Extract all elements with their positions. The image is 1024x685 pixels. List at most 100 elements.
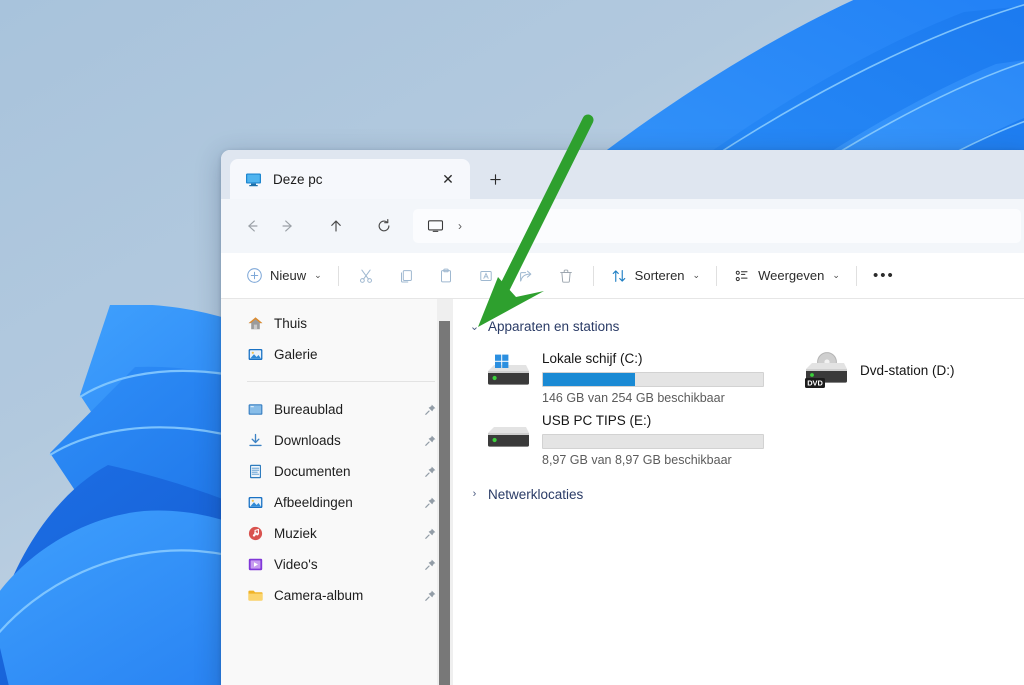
chevron-down-icon: ⌄ [692, 270, 701, 280]
sidebar-item-label: Bureaublad [274, 402, 344, 417]
delete-button[interactable] [546, 260, 586, 292]
sort-icon [612, 269, 625, 282]
divider [592, 265, 594, 286]
drive-info: Lokale schijf (C:) 146 GB van 254 GB bes… [542, 349, 769, 405]
sidebar-item-downloads[interactable]: Downloads [229, 425, 445, 456]
navigation-bar: › [221, 199, 1024, 253]
drive-item-dvd-d[interactable]: DVD Dvd-station (D:) [799, 347, 989, 393]
window-body: Thuis Galerie Bureaublad Downloads Docum… [221, 299, 1024, 685]
arrow-up-icon [331, 220, 341, 232]
pin-icon[interactable] [424, 558, 437, 571]
pin-icon[interactable] [424, 527, 437, 540]
sidebar-item-muziek[interactable]: Muziek [229, 518, 445, 549]
command-bar: Nieuw ⌄ Sorteren ⌄ Weergeven ⌄ ••• [221, 253, 1024, 299]
pin-icon[interactable] [424, 465, 437, 478]
ellipsis-icon: ••• [873, 267, 895, 284]
copy-button[interactable] [386, 260, 426, 292]
sidebar-item-bureaublad[interactable]: Bureaublad [229, 394, 445, 425]
music-icon [247, 525, 264, 542]
drive-column-right: DVD Dvd-station (D:) [799, 347, 989, 471]
pin-icon[interactable] [424, 589, 437, 602]
pin-icon[interactable] [424, 403, 437, 416]
sidebar-item-label: Thuis [274, 316, 308, 331]
sidebar-item-label: Documenten [274, 464, 351, 479]
dvd-drive-icon: DVD [803, 350, 849, 390]
home-icon [247, 315, 264, 332]
breadcrumb-separator: › [458, 219, 462, 233]
chevron-down-icon: ⌄ [469, 320, 480, 333]
arrow-right-icon [282, 220, 292, 232]
videos-icon [247, 556, 264, 573]
refresh-button[interactable] [367, 209, 401, 243]
up-button[interactable] [319, 209, 353, 243]
documents-icon [247, 463, 264, 480]
cut-button[interactable] [346, 260, 386, 292]
new-button[interactable]: Nieuw ⌄ [237, 260, 331, 292]
scissors-icon [359, 269, 372, 283]
sidebar-scrollbar-track[interactable] [437, 299, 453, 685]
file-explorer-window: Deze pc ✕ › Nieuw ⌄ Sorteren ⌄ Weergeven… [221, 150, 1024, 685]
sidebar-item-label: Downloads [274, 433, 341, 448]
view-button-label: Weergeven [758, 268, 825, 283]
rename-button[interactable] [466, 260, 506, 292]
drive-name: Lokale schijf (C:) [542, 351, 643, 366]
sidebar-item-label: Galerie [274, 347, 318, 362]
pin-icon[interactable] [424, 434, 437, 447]
sidebar-item-afbeeldingen[interactable]: Afbeeldingen [229, 487, 445, 518]
sidebar-item-galerie[interactable]: Galerie [229, 339, 445, 370]
plus-circle-icon [247, 268, 262, 283]
paste-icon [440, 268, 451, 282]
drive-capacity-text: 8,97 GB van 8,97 GB beschikbaar [542, 453, 732, 467]
close-icon[interactable]: ✕ [435, 166, 461, 192]
tab-title: Deze pc [273, 171, 323, 187]
sidebar-item-camera-album[interactable]: Camera-album [229, 580, 445, 611]
tab-deze-pc[interactable]: Deze pc ✕ [230, 159, 470, 199]
drive-usage-meter [542, 434, 764, 449]
sidebar-item-thuis[interactable]: Thuis [229, 308, 445, 339]
sidebar-item-label: Muziek [274, 526, 317, 541]
back-button[interactable] [235, 209, 269, 243]
sort-button[interactable]: Sorteren ⌄ [601, 260, 709, 292]
arrow-left-icon [248, 220, 258, 232]
sidebar-item-documenten[interactable]: Documenten [229, 456, 445, 487]
refresh-icon [378, 219, 390, 232]
pictures-icon [247, 494, 264, 511]
this-pc-icon [245, 171, 262, 188]
usb-drive-icon [485, 414, 531, 454]
sidebar-item-videos[interactable]: Video's [229, 549, 445, 580]
paste-button[interactable] [426, 260, 466, 292]
drive-usage-meter [542, 372, 764, 387]
breadcrumb-this-pc-icon[interactable] [427, 218, 444, 235]
drive-item-local-disk-c[interactable]: Lokale schijf (C:) 146 GB van 254 GB bes… [481, 347, 773, 409]
navigation-pane: Thuis Galerie Bureaublad Downloads Docum… [221, 299, 453, 685]
drive-item-usb-pc-tips-e[interactable]: USB PC TIPS (E:) 8,97 GB van 8,97 GB bes… [481, 409, 773, 471]
drive-capacity-text: 146 GB van 254 GB beschikbaar [542, 391, 725, 405]
gallery-icon [247, 346, 264, 363]
drive-name: Dvd-station (D:) [860, 362, 955, 378]
trash-icon [559, 269, 572, 283]
more-options-button[interactable]: ••• [864, 260, 904, 292]
new-tab-button[interactable] [478, 163, 512, 195]
svg-text:DVD: DVD [807, 378, 823, 387]
chevron-right-icon: › [472, 488, 477, 500]
divider [716, 265, 718, 286]
desktop-icon [247, 401, 264, 418]
group-header-devices[interactable]: ⌄ Apparaten en stations [469, 315, 1024, 337]
group-header-network[interactable]: › Netwerklocaties [469, 483, 1024, 505]
group-header-label: Apparaten en stations [488, 318, 620, 334]
content-pane: ⌄ Apparaten en stations Lokale schijf (C… [453, 299, 1024, 685]
chevron-down-icon: ⌄ [314, 270, 322, 280]
copy-icon [400, 269, 412, 283]
divider [337, 265, 339, 286]
folder-icon [247, 587, 264, 604]
sidebar-item-label: Afbeeldingen [274, 495, 353, 510]
address-bar[interactable]: › [413, 209, 1021, 243]
view-button[interactable]: Weergeven ⌄ [724, 260, 849, 292]
share-button[interactable] [506, 260, 546, 292]
forward-button[interactable] [271, 209, 305, 243]
share-icon [519, 270, 532, 281]
rename-icon [479, 270, 492, 281]
pin-icon[interactable] [424, 496, 437, 509]
new-button-label: Nieuw [270, 268, 307, 283]
sidebar-scrollbar-thumb[interactable] [439, 321, 450, 685]
